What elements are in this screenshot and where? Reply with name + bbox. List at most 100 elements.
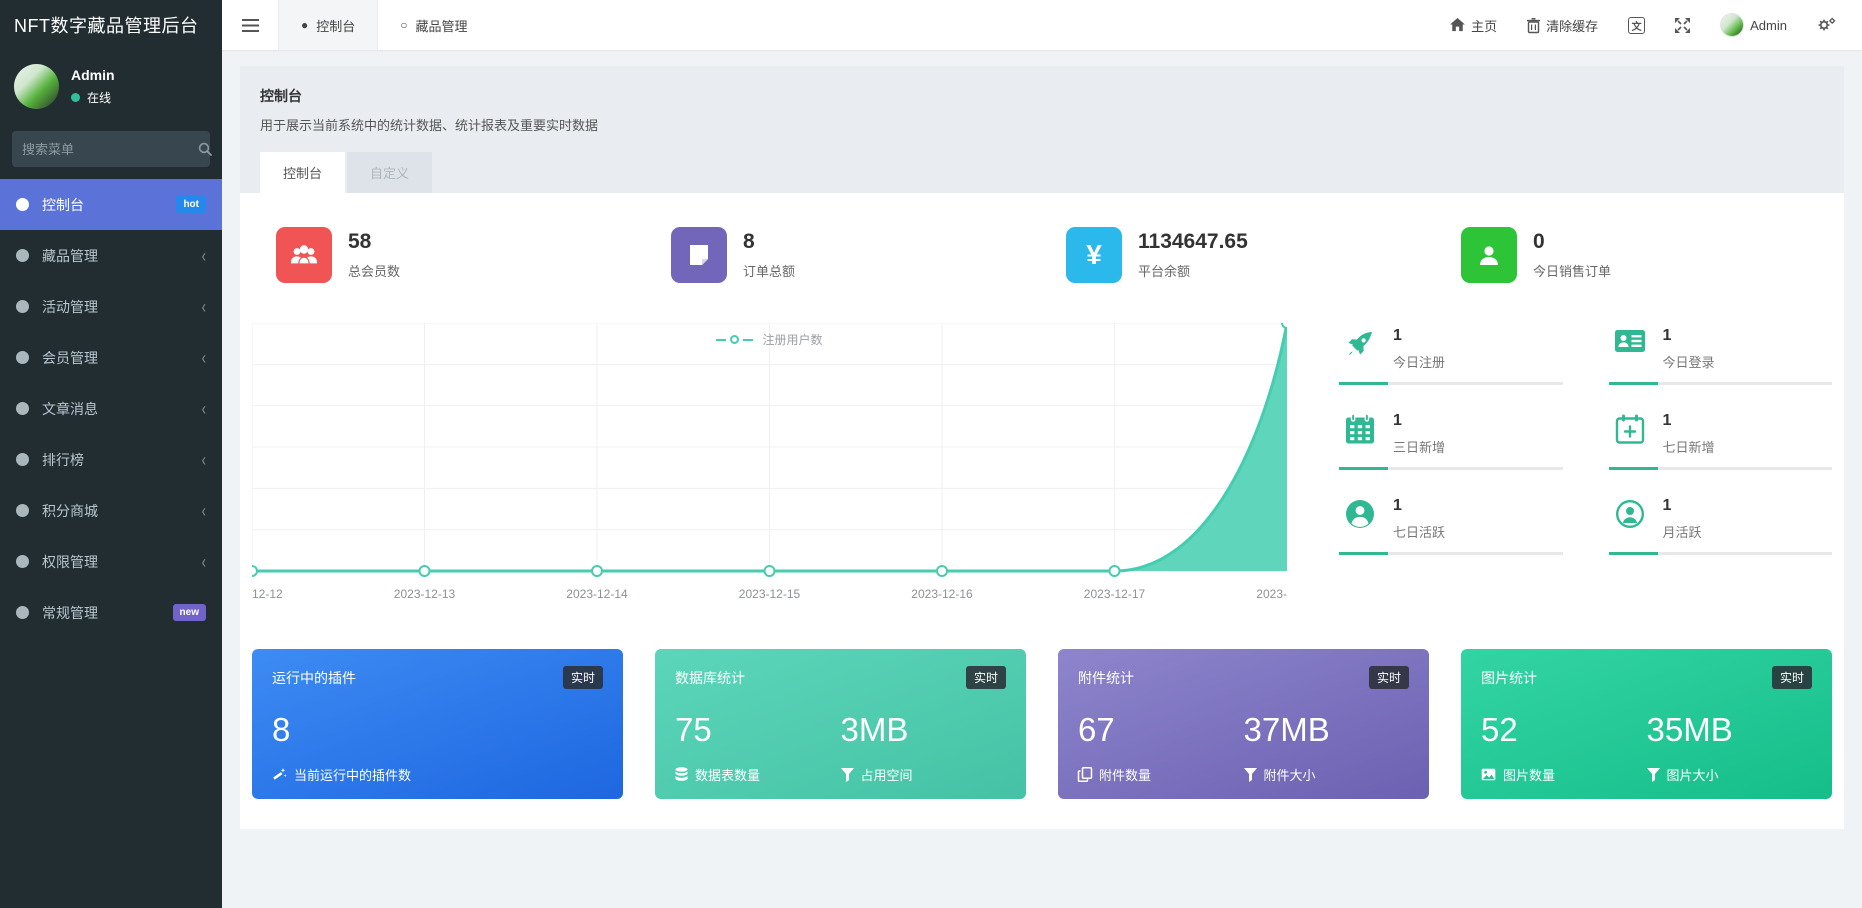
language-icon: 文: [1628, 16, 1646, 34]
mini-stat-label: 三日新增: [1393, 440, 1446, 455]
mini-stat-value: 1: [1393, 497, 1402, 514]
sidebar-item-collections[interactable]: 藏品管理 ‹: [0, 230, 222, 281]
x-axis-tick-label: 12-12: [252, 587, 283, 601]
mini-stat-7day-active: 1 七日活跃: [1339, 497, 1563, 555]
progress-bar: [1339, 382, 1563, 385]
card-value: 52: [1481, 711, 1518, 748]
registered-users-chart[interactable]: 注册用户数 12-12 2023-12-13 2023-12-14 2023-12-1…: [252, 323, 1287, 605]
hamburger-menu-button[interactable]: [222, 0, 278, 50]
main-content: 控制台 用于展示当前系统中的统计数据、统计报表及重要实时数据 控制台 自定义 5…: [222, 0, 1862, 829]
mini-stat-label: 今日注册: [1393, 355, 1446, 370]
language-button[interactable]: 文: [1628, 16, 1646, 34]
clear-cache-button[interactable]: 清除缓存: [1527, 16, 1598, 35]
stat-label: 今日销售订单: [1533, 264, 1612, 279]
mini-stat-value: 1: [1662, 327, 1672, 344]
trash-icon: [1527, 17, 1541, 33]
circle-icon: [16, 453, 29, 466]
card-foot-label: 当前运行中的插件数: [294, 768, 412, 783]
sidebar: NFT数字藏品管理后台 Admin 在线 控制台 hot 藏品管理 ‹ 活动管理: [0, 0, 222, 908]
mini-stat-label: 七日活跃: [1393, 525, 1446, 540]
id-card-icon: [1613, 329, 1647, 353]
online-status-icon: [71, 93, 80, 102]
tab-custom[interactable]: 自定义: [347, 152, 433, 193]
sidebar-item-members[interactable]: 会员管理 ‹: [0, 332, 222, 383]
home-button[interactable]: 主页: [1450, 16, 1497, 35]
card-database-stats: 数据库统计 实时 75 3MB 数据表数量 占用空间: [655, 649, 1026, 799]
search-input[interactable]: [22, 141, 198, 157]
page-tabs: 控制台 自定义: [260, 152, 1824, 193]
user-name: Admin: [71, 67, 115, 83]
search-icon[interactable]: [198, 142, 212, 156]
card-foot-label: 图片大小: [1666, 768, 1719, 783]
chevron-left-icon: ‹: [201, 449, 206, 470]
settings-button[interactable]: [1817, 17, 1836, 33]
menu-search[interactable]: [12, 131, 212, 167]
summary-cards-row: 运行中的插件 实时 8 当前运行中的插件数 数据库统计 实时 75 3MB 数据…: [252, 649, 1832, 799]
stat-platform-balance: ¥ 1134647.65 平台余额: [1042, 227, 1437, 283]
mini-stat-month-active: 1 月活跃: [1608, 497, 1832, 555]
hamburger-icon: [241, 18, 259, 32]
chevron-left-icon: ‹: [201, 500, 206, 521]
sidebar-item-label: 文章消息: [42, 400, 98, 417]
card-value2: 37MB: [1243, 711, 1330, 748]
user-ring-icon: [1613, 499, 1647, 529]
chart-plot-area[interactable]: [252, 323, 1287, 577]
sidebar-item-ranking[interactable]: 排行榜 ‹: [0, 434, 222, 485]
sidebar-item-points-mall[interactable]: 积分商城 ‹: [0, 485, 222, 536]
progress-bar: [1608, 467, 1832, 470]
progress-bar: [1608, 552, 1832, 555]
mini-stat-label: 月活跃: [1662, 525, 1702, 540]
circle-icon: [16, 300, 29, 313]
sidebar-item-dashboard[interactable]: 控制台 hot: [0, 179, 222, 230]
dashboard-body: 58 总会员数 8 订单总额 ¥ 1134647.65 平台余额 0 今日销售订…: [240, 193, 1844, 829]
stat-label: 订单总额: [743, 264, 796, 279]
fullscreen-button[interactable]: [1675, 17, 1691, 33]
card-value2: 35MB: [1646, 711, 1733, 748]
sidebar-item-activities[interactable]: 活动管理 ‹: [0, 281, 222, 332]
circle-icon: [16, 504, 29, 517]
circle-icon: [16, 555, 29, 568]
card-value2: 3MB: [840, 711, 909, 748]
stat-total-members: 58 总会员数: [252, 227, 647, 283]
card-value: 8: [272, 711, 291, 748]
x-axis-tick-label: 2023-12-18: [1256, 587, 1287, 601]
database-icon: [675, 767, 688, 781]
note-icon: [671, 227, 727, 283]
stat-label: 平台余额: [1138, 264, 1191, 279]
chevron-left-icon: ‹: [201, 551, 206, 572]
card-foot-label: 附件数量: [1099, 768, 1152, 783]
card-foot-label: 附件大小: [1263, 768, 1316, 783]
avatar: [1720, 13, 1745, 37]
topbar: ● 控制台 ○ 藏品管理 主页 清除缓存 文 Admin: [222, 0, 1862, 50]
x-axis-tick-label: 2023-12-14: [566, 587, 628, 601]
circle-icon: [16, 606, 29, 619]
users-icon: [276, 227, 332, 283]
topbar-tab-collections[interactable]: ○ 藏品管理: [378, 0, 489, 50]
sidebar-item-permissions[interactable]: 权限管理 ‹: [0, 536, 222, 587]
page-header: 控制台 用于展示当前系统中的统计数据、统计报表及重要实时数据 控制台 自定义: [240, 66, 1844, 193]
fullscreen-icon: [1675, 17, 1691, 33]
sidebar-item-articles[interactable]: 文章消息 ‹: [0, 383, 222, 434]
wand-icon: [273, 768, 287, 780]
filter-icon: [1646, 767, 1660, 782]
sidebar-item-label: 排行榜: [42, 451, 84, 468]
username-label: Admin: [1750, 17, 1787, 33]
avatar[interactable]: [14, 64, 59, 109]
sidebar-item-label: 藏品管理: [42, 247, 98, 264]
filled-circle-icon: ●: [301, 18, 309, 32]
card-title: 附件统计: [1078, 669, 1134, 686]
sidebar-item-general[interactable]: 常规管理 new: [0, 587, 222, 638]
sidebar-item-label: 积分商城: [42, 502, 98, 519]
card-image-stats: 图片统计 实时 52 35MB 图片数量 图片大小: [1461, 649, 1832, 799]
stat-label: 总会员数: [348, 264, 401, 279]
tab-dashboard[interactable]: 控制台: [260, 152, 346, 193]
sidebar-menu: 控制台 hot 藏品管理 ‹ 活动管理 ‹ 会员管理 ‹ 文章消息 ‹ 排行榜 …: [0, 179, 222, 638]
mini-stat-label: 七日新增: [1662, 440, 1715, 455]
topbar-tab-dashboard[interactable]: ● 控制台: [278, 0, 379, 50]
realtime-badge: 实时: [562, 666, 603, 689]
x-axis-tick-label: 2023-12-17: [1083, 587, 1146, 601]
circle-icon: [16, 402, 29, 415]
tab-label: 控制台: [316, 18, 356, 34]
rocket-icon: [1343, 329, 1377, 359]
user-menu[interactable]: Admin: [1720, 13, 1787, 37]
